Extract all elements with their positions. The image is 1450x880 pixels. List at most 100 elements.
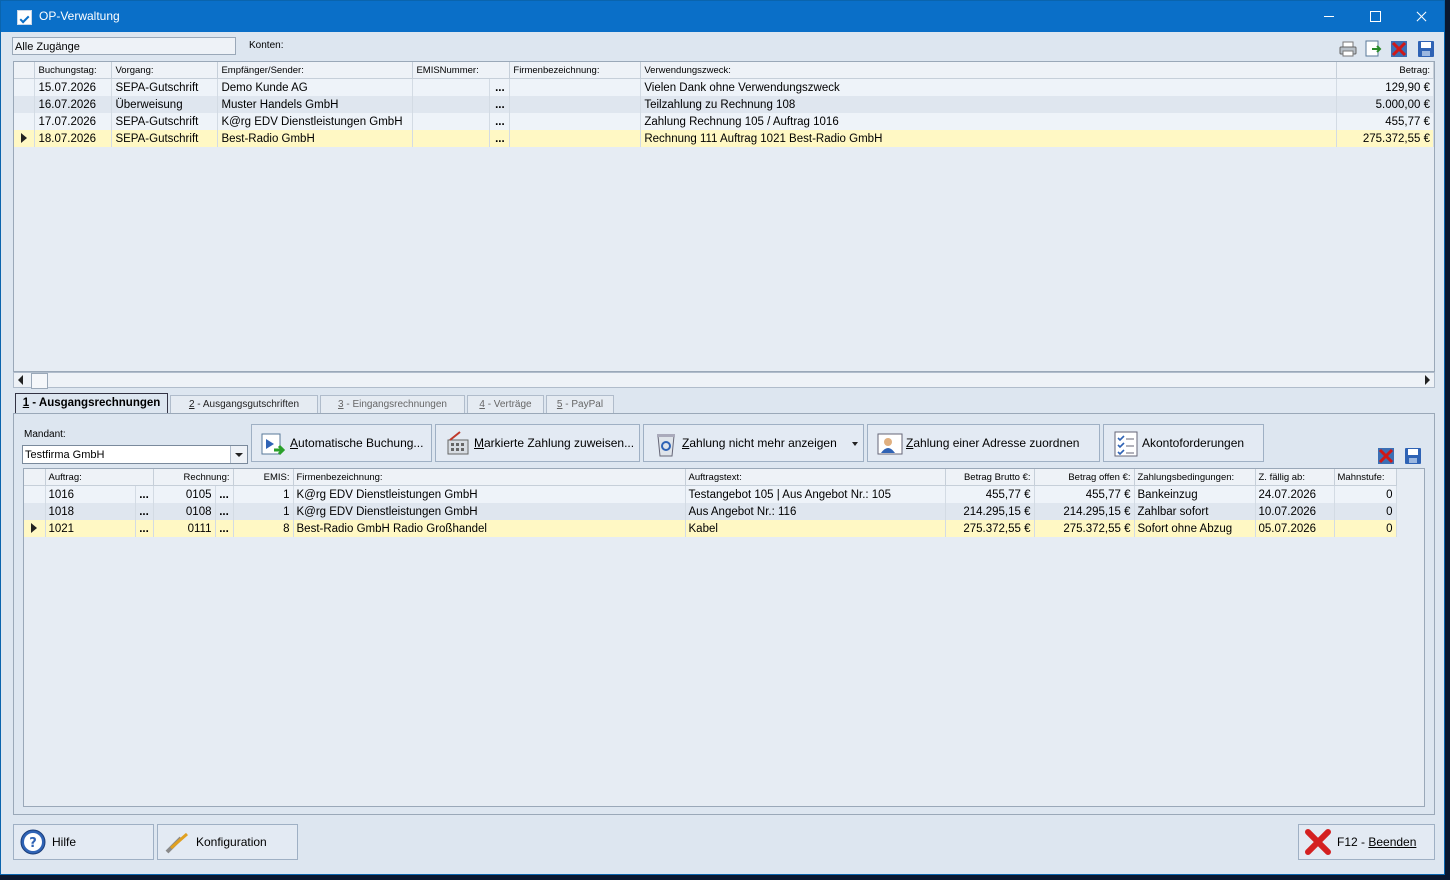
delete-icon[interactable]: [1377, 447, 1395, 465]
col-buchungstag[interactable]: Buchungstag:: [34, 62, 113, 79]
cell-empfaenger: Demo Kunde AG: [217, 78, 414, 96]
cell-offen: 275.372,55 €: [1034, 520, 1135, 537]
chevron-down-icon[interactable]: [230, 446, 247, 463]
rechnung-lookup-button[interactable]: ...: [215, 503, 234, 520]
rechnung-lookup-button[interactable]: ...: [215, 520, 234, 537]
wrench-icon: [165, 832, 188, 854]
col-indicator: [14, 62, 36, 79]
save-icon[interactable]: [1417, 40, 1435, 58]
col-emisnummer[interactable]: EMISNummer:: [412, 62, 511, 79]
mandant-label: Mandant:: [24, 429, 66, 440]
col-zahlungsbedingungen[interactable]: Zahlungsbedingungen:: [1134, 469, 1256, 486]
cell-empfaenger: Muster Handels GmbH: [217, 96, 414, 113]
calculator-icon: [447, 431, 469, 455]
export-icon[interactable]: [1364, 40, 1382, 58]
help-icon: ?: [20, 829, 46, 855]
col-firmenbezeichnung[interactable]: Firmenbezeichnung:: [509, 62, 642, 79]
tab-ausgangsrechnungen[interactable]: 1 - Ausgangsrechnungen: [15, 393, 168, 414]
cell-empfaenger: K@rg EDV Dienstleistungen GmbH: [217, 113, 414, 130]
transaction-row[interactable]: 16.07.2026 Überweisung Muster Handels Gm…: [14, 96, 1435, 113]
col-empfaenger[interactable]: Empfänger/Sender:: [217, 62, 414, 79]
tab-paypal[interactable]: 5 - PayPal: [546, 395, 614, 414]
col-mahnstufe[interactable]: Mahnstufe:: [1334, 469, 1397, 486]
col-verwendungszweck[interactable]: Verwendungszweck:: [640, 62, 1337, 79]
cell-zweck: Zahlung Rechnung 105 / Auftrag 1016: [640, 113, 1337, 130]
cell-auftrag: 1016: [45, 485, 136, 503]
emis-lookup-button[interactable]: ...: [489, 96, 511, 113]
cell-emis: 1: [233, 485, 294, 503]
auftrag-lookup-button[interactable]: ...: [135, 503, 154, 520]
cell-auftragstext: Aus Angebot Nr.: 116: [685, 503, 946, 520]
col-betrag-brutto[interactable]: Betrag Brutto €:: [945, 469, 1035, 486]
cell-emis[interactable]: [412, 96, 491, 113]
col-auftrag[interactable]: Auftrag:: [45, 469, 154, 486]
row-indicator: [14, 113, 36, 130]
cell-emis[interactable]: [412, 130, 491, 147]
beenden-key: F12 -: [1337, 835, 1369, 849]
rechnung-lookup-button[interactable]: ...: [215, 485, 234, 503]
tab-eingangsrechnungen[interactable]: 3 - Eingangsrechnungen: [320, 395, 465, 414]
transaction-row-selected[interactable]: 18.07.2026 SEPA-Gutschrift Best-Radio Gm…: [14, 130, 1435, 147]
emis-lookup-button[interactable]: ...: [489, 78, 511, 96]
tab-vertraege[interactable]: 4 - Verträge: [467, 395, 544, 414]
checklist-icon: [1114, 431, 1138, 457]
emis-lookup-button[interactable]: ...: [489, 113, 511, 130]
scroll-right-icon[interactable]: [1425, 375, 1430, 385]
row-indicator: [24, 503, 46, 520]
auftrag-lookup-button[interactable]: ...: [135, 485, 154, 503]
cell-emis[interactable]: [412, 113, 491, 130]
cell-rechnung: 0111: [153, 520, 216, 537]
save-icon[interactable]: [1404, 447, 1422, 465]
col-emis[interactable]: EMIS:: [233, 469, 294, 486]
invoice-row[interactable]: 1016 ... 0105 ... 1 K@rg EDV Dienstleist…: [24, 485, 1397, 503]
zahlung-adresse-zuordnen-button[interactable]: Zahlung einer Adresse zuordnen: [867, 424, 1100, 462]
emis-lookup-button[interactable]: ...: [489, 130, 511, 147]
delete-icon[interactable]: [1390, 40, 1408, 58]
print-icon[interactable]: [1339, 40, 1357, 58]
recycle-bin-icon: [657, 434, 675, 457]
filter-field[interactable]: Alle Zugänge: [12, 37, 236, 55]
cell-zweck: Rechnung 111 Auftrag 1021 Best-Radio Gmb…: [640, 130, 1337, 147]
col-auftragstext[interactable]: Auftragstext:: [685, 469, 946, 486]
col-firmenbezeichnung[interactable]: Firmenbezeichnung:: [293, 469, 686, 486]
auftrag-lookup-button[interactable]: ...: [135, 520, 154, 537]
maximize-button[interactable]: [1352, 1, 1398, 32]
title-bar: OP-Verwaltung: [1, 1, 1444, 32]
cell-emis[interactable]: [412, 78, 491, 96]
transactions-header: Buchungstag: Vorgang: Empfänger/Sender: …: [14, 62, 1435, 79]
cell-faellig: 05.07.2026: [1255, 520, 1335, 537]
automatische-buchung-button[interactable]: Automatische Buchung...: [251, 424, 432, 462]
minimize-button[interactable]: [1306, 1, 1352, 32]
transaction-row[interactable]: 17.07.2026 SEPA-Gutschrift K@rg EDV Dien…: [14, 113, 1435, 130]
col-faellig[interactable]: Z. fällig ab:: [1255, 469, 1335, 486]
scroll-left-icon[interactable]: [18, 375, 23, 385]
cell-rechnung: 0108: [153, 503, 216, 520]
cell-date: 17.07.2026: [34, 113, 113, 130]
dropdown-arrow-icon[interactable]: [852, 442, 858, 446]
transaction-row[interactable]: 15.07.2026 SEPA-Gutschrift Demo Kunde AG…: [14, 78, 1435, 96]
hilfe-button[interactable]: ? Hilfe: [13, 824, 154, 860]
cell-offen: 214.295,15 €: [1034, 503, 1135, 520]
mandant-select[interactable]: Testfirma GmbH: [22, 445, 248, 464]
invoice-row-selected[interactable]: 1021 ... 0111 ... 8 Best-Radio GmbH Radi…: [24, 520, 1397, 537]
scroll-thumb[interactable]: [31, 373, 48, 389]
col-betrag-offen[interactable]: Betrag offen €:: [1034, 469, 1135, 486]
transactions-grid: Buchungstag: Vorgang: Empfänger/Sender: …: [13, 61, 1435, 372]
horizontal-scrollbar[interactable]: [13, 372, 1435, 389]
tab-ausgangsgutschriften[interactable]: 2 - Ausgangsgutschriften: [170, 395, 318, 414]
invoice-row[interactable]: 1018 ... 0108 ... 1 K@rg EDV Dienstleist…: [24, 503, 1397, 520]
cell-vorgang: Überweisung: [111, 96, 219, 113]
col-vorgang[interactable]: Vorgang:: [111, 62, 219, 79]
cell-zahlungsbedingungen: Zahlbar sofort: [1134, 503, 1256, 520]
col-betrag[interactable]: Betrag:: [1336, 62, 1435, 79]
akontoforderungen-button[interactable]: Akontoforderungen: [1103, 424, 1264, 462]
cell-auftragstext: Kabel: [685, 520, 946, 537]
cell-firma: [509, 130, 642, 147]
col-rechnung[interactable]: Rechnung:: [153, 469, 234, 486]
konfiguration-button[interactable]: Konfiguration: [157, 824, 298, 860]
cell-auftragstext: Testangebot 105 | Aus Angebot Nr.: 105: [685, 485, 946, 503]
zahlung-nicht-mehr-anzeigen-button[interactable]: Zahlung nicht mehr anzeigen: [643, 424, 864, 462]
markierte-zahlung-zuweisen-button[interactable]: Markierte Zahlung zuweisen...: [435, 424, 640, 462]
beenden-button[interactable]: F12 - Beenden: [1298, 824, 1435, 860]
close-window-button[interactable]: [1398, 1, 1444, 32]
